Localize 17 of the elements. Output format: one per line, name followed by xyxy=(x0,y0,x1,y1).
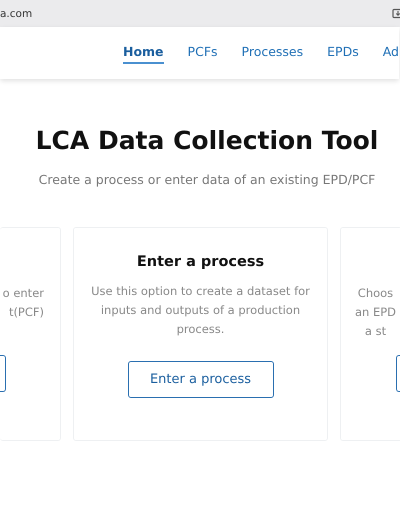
enter-process-button[interactable]: Enter a process xyxy=(128,361,274,398)
page-subtitle: Create a process or enter data of an existing EPD/PCF xyxy=(38,172,376,187)
card-description-line: Choos xyxy=(358,285,394,302)
card-heading: Enter a process xyxy=(136,254,264,270)
card-description-line: an EPD xyxy=(354,304,396,321)
nav-link[interactable]: Ad xyxy=(382,42,399,64)
card-description-line: o enter xyxy=(2,285,44,302)
nav-link[interactable]: Home xyxy=(122,42,164,64)
nav-link[interactable]: EPDs xyxy=(327,42,359,64)
page-title: LCA Data Collection Tool xyxy=(34,126,380,155)
outline-button[interactable] xyxy=(0,355,6,392)
nav-link[interactable]: PCFs xyxy=(188,42,218,64)
card-description: Use this option to create a dataset for inputs and outputs of a production process. xyxy=(90,283,310,338)
nav-link[interactable]: Processes xyxy=(242,42,304,64)
card-description-line: a st xyxy=(364,323,386,340)
card-description-line: t(PCF) xyxy=(8,304,44,321)
address-url[interactable]: a.com xyxy=(0,8,32,20)
